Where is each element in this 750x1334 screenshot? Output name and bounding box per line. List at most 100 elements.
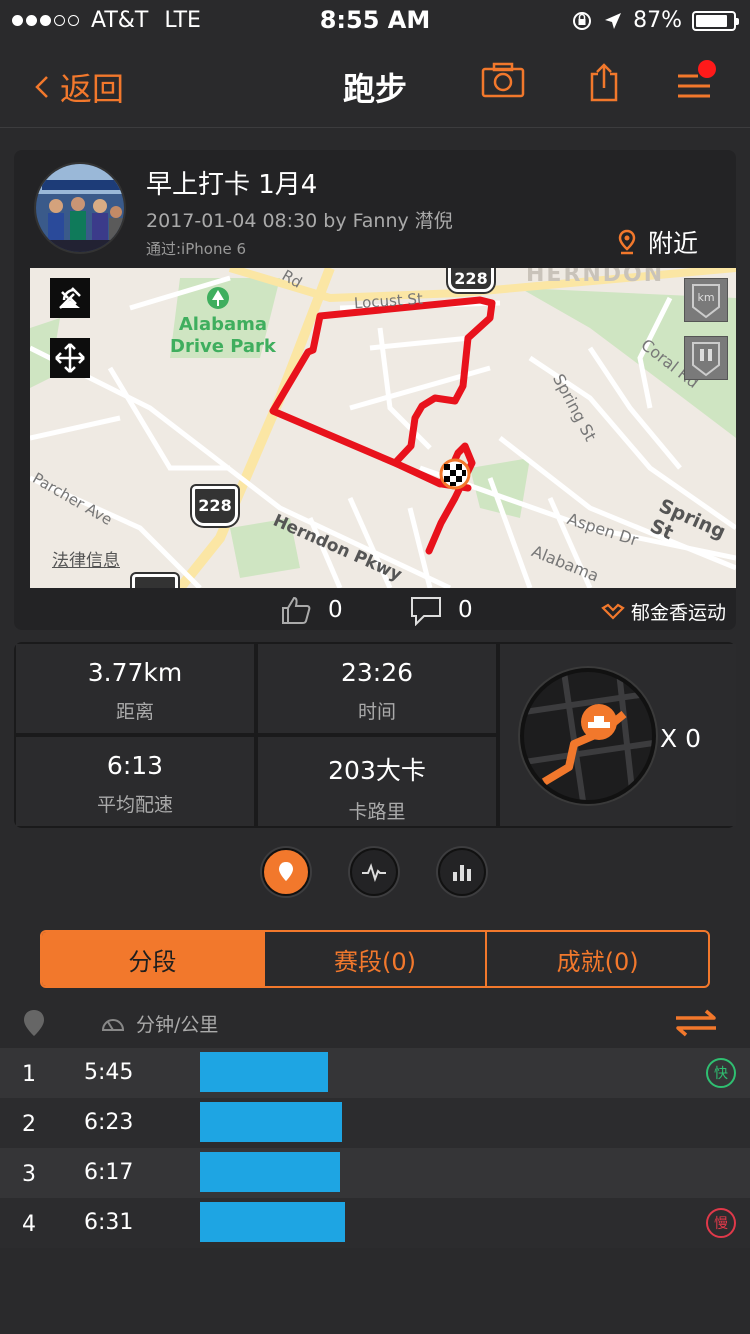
tulip-logo-icon bbox=[601, 603, 625, 620]
comment-icon bbox=[411, 597, 441, 626]
notification-dot bbox=[698, 60, 716, 78]
status-bar: AT&T LTE 8:55 AM 87% bbox=[0, 0, 750, 40]
camera-icon bbox=[481, 62, 525, 98]
bar-chart-icon bbox=[453, 865, 471, 881]
orientation-lock-icon bbox=[573, 11, 592, 30]
stat-calories: 203大卡 卡路里 bbox=[258, 737, 496, 826]
stat-label: 卡路里 bbox=[348, 801, 406, 823]
stat-value: 23:26 bbox=[340, 658, 414, 687]
pulse-icon bbox=[362, 863, 386, 882]
route-shield bbox=[132, 574, 178, 588]
activity-device: 通过:iPhone 6 bbox=[146, 240, 246, 258]
split-pace: 6:23 bbox=[84, 1110, 134, 1135]
split-row: 3 6:17 bbox=[0, 1148, 750, 1198]
back-button[interactable]: 返回 bbox=[34, 64, 124, 110]
pause-icon bbox=[692, 342, 720, 377]
split-bar bbox=[200, 1202, 345, 1242]
map-legal-link[interactable]: 法律信息 bbox=[52, 546, 120, 571]
split-index: 2 bbox=[22, 1112, 36, 1137]
chart-view-toggle[interactable] bbox=[438, 848, 486, 896]
nearby-button[interactable]: 附近 bbox=[618, 224, 698, 260]
split-row: 4 6:31 慢 bbox=[0, 1198, 750, 1248]
split-bar bbox=[200, 1152, 340, 1192]
km-marker-button[interactable]: km bbox=[684, 278, 728, 322]
route-segment-cell[interactable]: X 0 bbox=[500, 644, 736, 826]
battery-percent: 87% bbox=[633, 8, 682, 33]
avatar[interactable] bbox=[34, 162, 126, 254]
share-icon bbox=[590, 63, 618, 102]
social-bar: 0 0 郁金香运动 bbox=[14, 590, 736, 630]
stat-pace: 6:13 平均配速 bbox=[16, 737, 254, 826]
brand-link[interactable]: 郁金香运动 bbox=[601, 598, 726, 625]
swap-icon[interactable] bbox=[672, 1008, 720, 1038]
stat-label: 距离 bbox=[115, 701, 154, 723]
svg-text:km: km bbox=[697, 291, 714, 304]
location-pin-icon bbox=[24, 1010, 44, 1036]
avatar-photo bbox=[36, 164, 124, 252]
nav-bar: 返回 跑步 bbox=[0, 40, 750, 128]
satellite-toggle-button[interactable] bbox=[50, 278, 90, 318]
comment-button[interactable]: 0 bbox=[410, 594, 473, 626]
satellite-icon bbox=[59, 287, 81, 309]
stat-time: 23:26 时间 bbox=[258, 644, 496, 733]
heartrate-view-toggle[interactable] bbox=[350, 848, 398, 896]
tab-splits[interactable]: 分段 bbox=[42, 932, 265, 986]
map-label-town: HERNDON bbox=[526, 268, 665, 287]
pace-unit-label: 分钟/公里 bbox=[100, 1010, 218, 1037]
tab-segments[interactable]: 赛段(0) bbox=[265, 932, 488, 986]
split-pace: 6:17 bbox=[84, 1160, 134, 1185]
camera-button[interactable] bbox=[481, 62, 527, 102]
activity-card: 早上打卡 1月4 2017-01-04 08:30 by Fanny 潸倪 通过… bbox=[14, 150, 736, 630]
route-map[interactable]: Alabama Drive Park HERNDON Locust St Cor… bbox=[30, 268, 736, 588]
split-bar bbox=[200, 1052, 328, 1092]
stat-value: 3.77km bbox=[87, 658, 183, 687]
location-arrow-icon bbox=[605, 12, 622, 29]
like-button[interactable]: 0 bbox=[280, 594, 343, 626]
split-row: 1 5:45 快 bbox=[0, 1048, 750, 1098]
location-pin-icon bbox=[618, 229, 636, 255]
tab-achievements[interactable]: 成就(0) bbox=[487, 932, 708, 986]
route-segment-icon bbox=[520, 668, 656, 804]
speedometer-icon bbox=[101, 1018, 125, 1031]
splits-header: 分钟/公里 bbox=[0, 1004, 750, 1044]
split-index: 4 bbox=[22, 1212, 36, 1237]
stat-value: 203大卡 bbox=[328, 756, 426, 785]
stat-distance: 3.77km 距离 bbox=[16, 644, 254, 733]
stats-panel: 3.77km 距离 23:26 时间 6:13 平均配速 203大卡 卡路里 X… bbox=[14, 642, 736, 828]
location-pin-icon bbox=[279, 862, 293, 881]
split-index: 1 bbox=[22, 1062, 36, 1087]
split-index: 3 bbox=[22, 1162, 36, 1187]
share-button[interactable] bbox=[588, 62, 622, 102]
nearby-label: 附近 bbox=[647, 229, 698, 258]
back-label: 返回 bbox=[60, 70, 125, 108]
splits-list: 1 5:45 快 2 6:23 3 6:17 4 6:31 慢 bbox=[0, 1048, 750, 1248]
split-row: 2 6:23 bbox=[0, 1098, 750, 1148]
route-shield: 228 bbox=[448, 268, 494, 292]
route-segment-count: X 0 bbox=[660, 724, 701, 753]
split-pace: 6:31 bbox=[84, 1210, 134, 1235]
stat-label: 时间 bbox=[357, 701, 396, 723]
pause-marker-button[interactable] bbox=[684, 336, 728, 380]
fast-badge: 快 bbox=[706, 1058, 736, 1088]
comment-count: 0 bbox=[458, 597, 473, 623]
activity-title: 早上打卡 1月4 bbox=[146, 170, 318, 200]
slow-badge: 慢 bbox=[706, 1208, 736, 1238]
status-icons: 87% bbox=[571, 8, 739, 33]
km-marker-icon: km bbox=[692, 284, 720, 319]
thumbs-up-icon bbox=[282, 596, 311, 624]
map-view-toggle[interactable] bbox=[262, 848, 310, 896]
split-pace: 5:45 bbox=[84, 1060, 134, 1085]
like-count: 0 bbox=[328, 597, 343, 623]
route-shield: 228 bbox=[192, 486, 238, 526]
detail-tabs: 分段 赛段(0) 成就(0) bbox=[40, 930, 710, 988]
battery-icon bbox=[692, 10, 739, 31]
chevron-left-icon bbox=[35, 76, 48, 98]
move-icon bbox=[55, 343, 85, 373]
stat-value: 6:13 bbox=[106, 751, 164, 780]
split-bar bbox=[200, 1102, 342, 1142]
stat-label: 平均配速 bbox=[96, 794, 173, 816]
menu-button[interactable] bbox=[676, 60, 716, 102]
map-label-park: Alabama Drive Park bbox=[170, 314, 276, 357]
move-map-button[interactable] bbox=[50, 338, 90, 378]
brand-name: 郁金香运动 bbox=[630, 602, 726, 624]
